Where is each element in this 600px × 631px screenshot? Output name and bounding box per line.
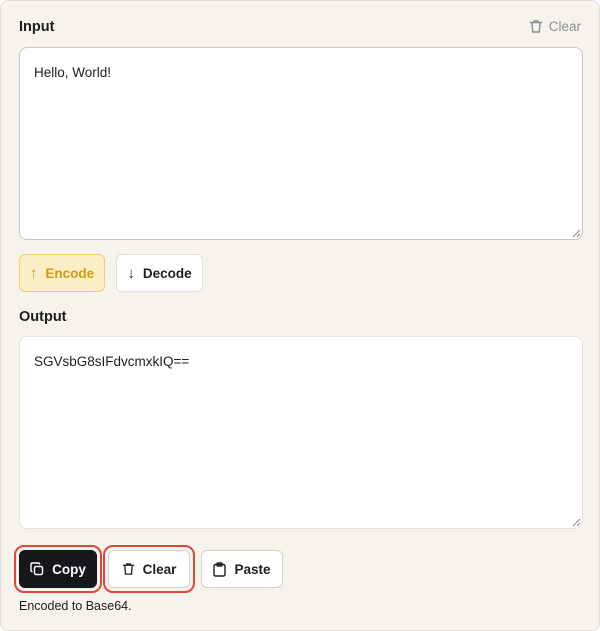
clipboard-icon xyxy=(213,561,227,577)
input-clear-button[interactable]: Clear xyxy=(529,19,581,34)
output-textarea[interactable]: SGVsbG8sIFdvcmxkIQ== xyxy=(19,336,583,529)
decode-button[interactable]: ↓ Decode xyxy=(116,254,203,292)
trash-icon xyxy=(529,20,542,33)
output-clear-label: Clear xyxy=(142,561,177,577)
paste-label: Paste xyxy=(234,561,271,577)
copy-button[interactable]: Copy xyxy=(19,550,97,588)
output-section-title: Output xyxy=(19,309,67,325)
paste-button[interactable]: Paste xyxy=(201,550,283,588)
base64-panel: Input Clear Hello, World! ↑ Encode ↓ Dec… xyxy=(0,0,600,631)
encode-button[interactable]: ↑ Encode xyxy=(19,254,105,292)
input-resize-handle[interactable] xyxy=(572,229,581,238)
input-clear-label: Clear xyxy=(548,19,581,34)
arrow-up-icon: ↑ xyxy=(29,264,38,282)
input-textarea[interactable]: Hello, World! xyxy=(19,47,583,240)
trash-icon xyxy=(122,563,134,575)
output-clear-button[interactable]: Clear xyxy=(108,550,190,588)
decode-label: Decode xyxy=(142,265,192,281)
input-section-title: Input xyxy=(19,19,55,35)
copy-icon xyxy=(30,562,44,576)
encode-label: Encode xyxy=(45,265,95,281)
copy-label: Copy xyxy=(52,561,86,577)
output-resize-handle[interactable] xyxy=(572,518,581,527)
status-message: Encoded to Base64. xyxy=(19,599,132,613)
arrow-down-icon: ↓ xyxy=(127,264,135,282)
